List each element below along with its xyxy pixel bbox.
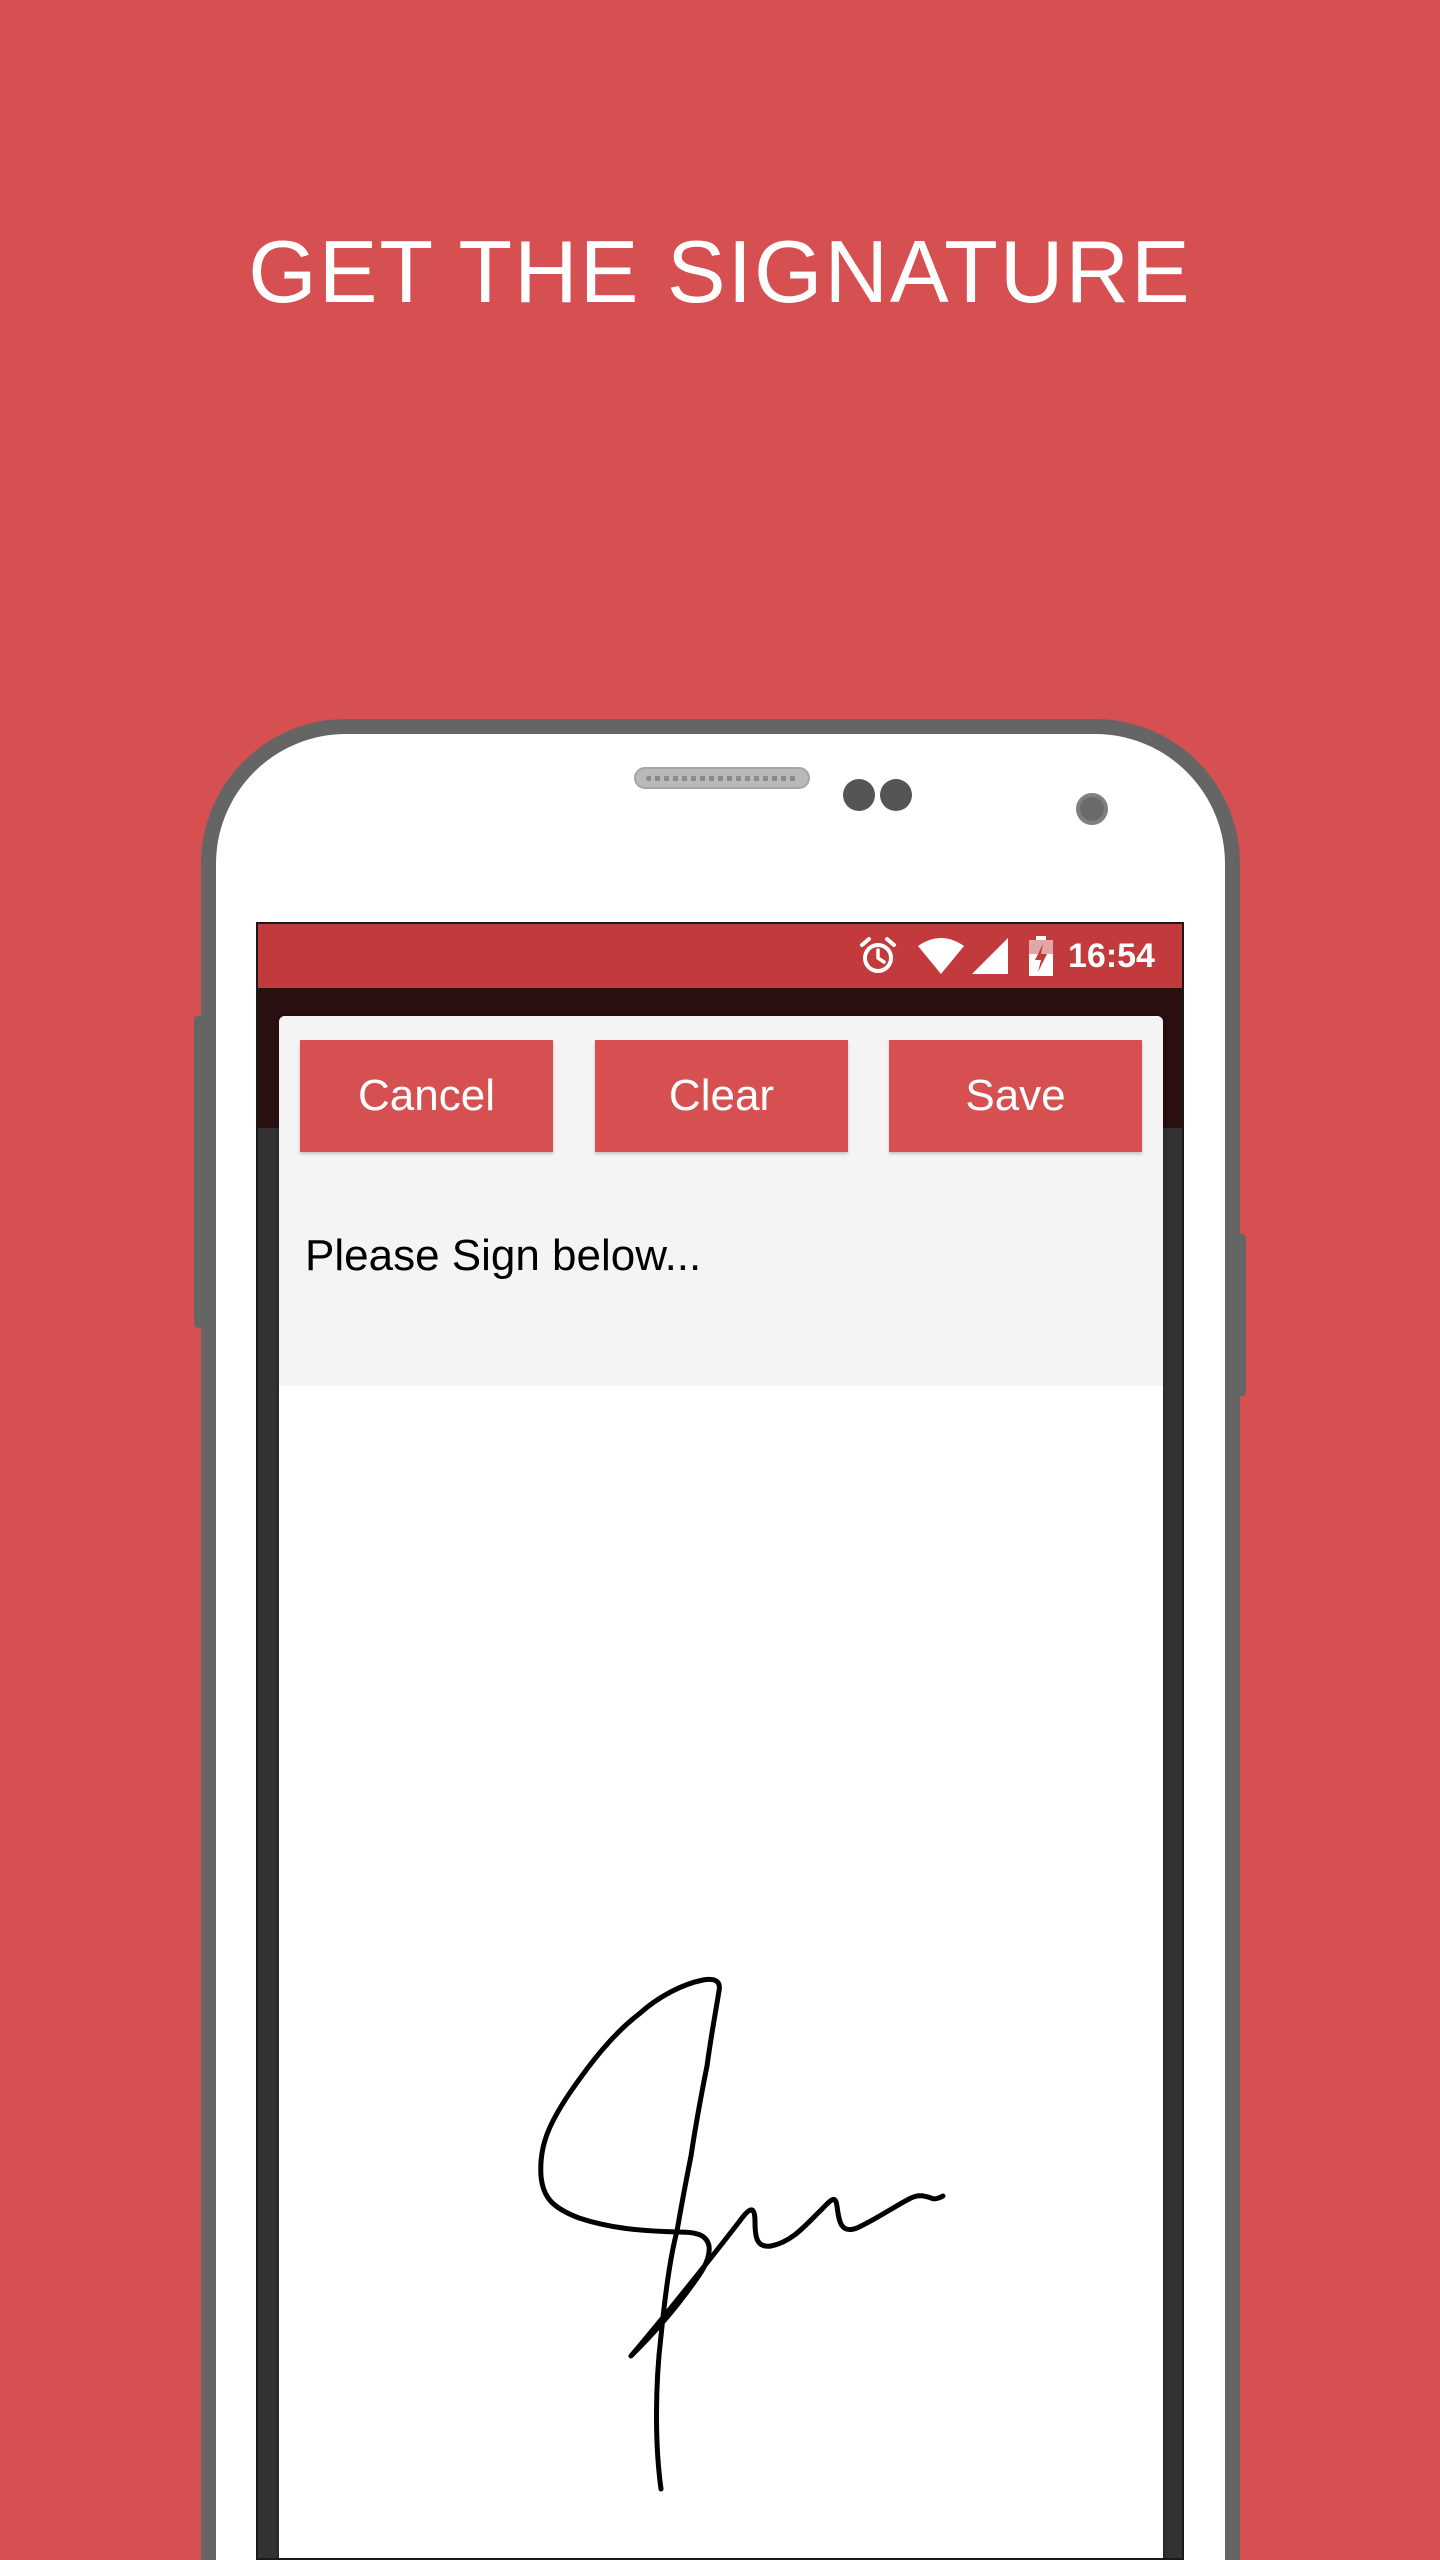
phone-screen: 16:54 Cancel Clear Save Please Sign belo…	[256, 922, 1184, 2560]
status-bar: 16:54	[258, 924, 1182, 988]
signature-drawing	[538, 1976, 946, 2492]
signal-icon	[972, 938, 1008, 974]
wifi-icon	[918, 938, 964, 974]
battery-charging-icon	[1029, 936, 1053, 976]
proximity-sensor	[843, 779, 875, 811]
speaker-grille	[634, 767, 810, 789]
front-camera-icon	[1076, 793, 1108, 825]
alarm-icon	[860, 937, 896, 973]
cancel-button[interactable]: Cancel	[300, 1040, 553, 1152]
sign-prompt: Please Sign below...	[305, 1231, 702, 1280]
signature-pad[interactable]	[279, 1386, 1163, 2558]
clear-button[interactable]: Clear	[595, 1040, 848, 1152]
status-time: 16:54	[1068, 937, 1155, 975]
headline: GET THE SIGNATURE	[248, 222, 1192, 321]
light-sensor	[880, 779, 912, 811]
dialog-header: Cancel Clear Save Please Sign below...	[279, 1016, 1163, 1386]
signature-dialog: Cancel Clear Save Please Sign below...	[279, 1016, 1163, 2558]
save-button[interactable]: Save	[889, 1040, 1142, 1152]
